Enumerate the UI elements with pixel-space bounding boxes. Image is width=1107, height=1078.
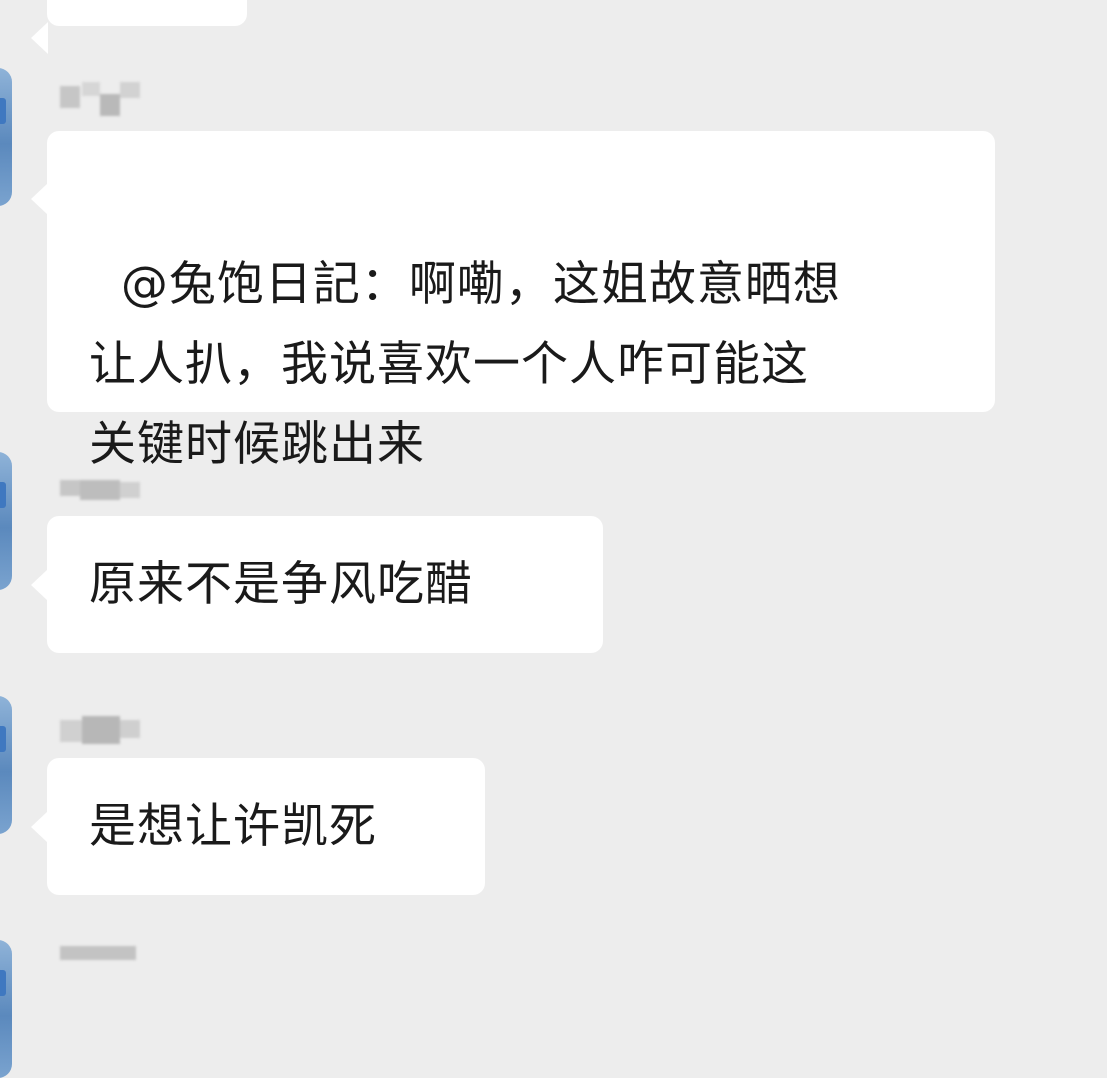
sender-avatar[interactable] <box>0 68 12 206</box>
sender-name-blurred <box>60 712 140 748</box>
message-text: 是想让许凯死 <box>89 798 377 854</box>
message-text: @兔饱日記：啊嘞，这姐故意晒想 让人扒，我说喜欢一个人咋可能这 关键时候跳出来 <box>89 257 841 472</box>
message-bubble[interactable]: @兔饱日記：啊嘞，这姐故意晒想 让人扒，我说喜欢一个人咋可能这 关键时候跳出来 <box>31 131 995 472</box>
message-bubble[interactable]: 是想让许凯死 <box>47 758 485 895</box>
previous-message-bubble[interactable] <box>31 0 247 54</box>
sender-name-blurred <box>60 478 140 514</box>
message-text: 原来不是争风吃醋 <box>89 556 473 612</box>
sender-avatar[interactable] <box>0 940 12 1078</box>
sender-name-blurred <box>60 80 140 116</box>
message-bubble[interactable]: 原来不是争风吃醋 <box>47 516 603 653</box>
sender-avatar[interactable] <box>0 452 12 590</box>
sender-avatar[interactable] <box>0 696 12 834</box>
sender-name-blurred <box>60 944 140 980</box>
